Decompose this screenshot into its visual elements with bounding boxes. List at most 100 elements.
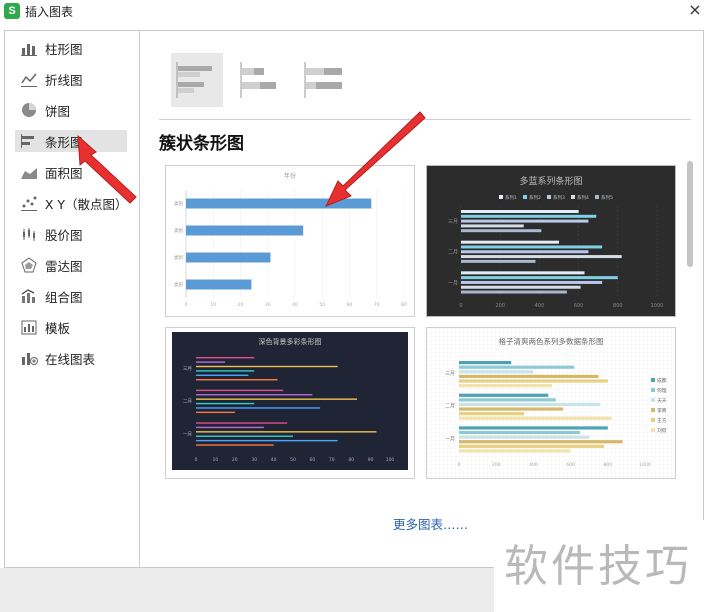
sidebar-item-combo[interactable]: 组合图: [15, 285, 127, 307]
legend-swatch: [651, 398, 655, 402]
bar-chart-preview-3: 深色背景多彩条形图 三月二月一月 0 10 20 30 40 50 60 70 80 90 100: [166, 328, 414, 478]
bar: [459, 426, 608, 430]
category-label: 三月: [183, 366, 192, 372]
insert-chart-dialog: 柱形图 折线图 饼图 条形图 面积图 X Y（散点图） 股价图 雷达图 组合图 …: [4, 30, 704, 568]
bar: [196, 374, 249, 376]
sidebar-item-online[interactable]: 在线图表: [15, 347, 127, 369]
legend-swatch: [651, 428, 655, 432]
sidebar-item-label: 组合图: [45, 289, 83, 305]
legend-label: 系列3: [553, 194, 565, 201]
chart-template-dark-colorful-bar[interactable]: 深色背景多彩条形图 三月 二月 一月 0 10 20 30 40 50 60 70 80 90 100: [165, 327, 415, 479]
bar: [186, 225, 304, 236]
legend-label: 系列2: [529, 194, 541, 201]
bar: [196, 444, 274, 446]
sidebar-item-template[interactable]: 模板: [15, 316, 127, 338]
legend-label: 系列5: [601, 194, 613, 201]
tick-label: 400: [529, 462, 538, 468]
category-label: 三月: [448, 219, 458, 225]
tick-label: 40: [292, 302, 298, 308]
bar-chart-icon: [19, 132, 39, 150]
legend-label: 刘欣: [657, 427, 667, 434]
tick-label: 0: [458, 462, 461, 468]
sidebar-item-line[interactable]: 折线图: [15, 68, 127, 90]
bar: [186, 279, 252, 290]
scrollbar-thumb[interactable]: [687, 161, 693, 267]
tick-label: 70: [374, 302, 380, 308]
legend-label: 系列1: [505, 194, 517, 201]
sidebar-item-label: 饼图: [45, 103, 71, 119]
legend-label: 系列4: [577, 194, 589, 201]
pie-chart-icon: [19, 101, 39, 119]
bar: [459, 365, 575, 369]
category-label: 二月: [448, 250, 458, 256]
legend-label: 何理: [657, 387, 667, 394]
chart-template-multi-blue-bar[interactable]: 多蓝系列条形图 系列1 系列2 系列3 系列4 系列5 三月 二月 一月 0 200 400 60…: [426, 165, 676, 317]
bar: [459, 430, 580, 435]
tick-label: 800: [613, 303, 623, 309]
category-label: 一月: [183, 431, 192, 437]
sidebar-item-pie[interactable]: 饼图: [15, 99, 127, 121]
sidebar-item-bar[interactable]: 条形图: [15, 130, 127, 152]
subtype-stacked-bar[interactable]: [235, 53, 287, 107]
bar: [196, 426, 264, 429]
tick-label: 60: [310, 457, 316, 463]
stock-chart-icon: [19, 225, 39, 243]
bar: [461, 214, 597, 218]
chart-template-grid-two-color-bar[interactable]: 格子清爽两色系列多数据条形图 三月 二月 一月 0 200 400 600 800 1000 …: [426, 327, 676, 479]
close-button[interactable]: ×: [684, 0, 706, 22]
bar: [461, 224, 524, 228]
bar: [196, 431, 377, 433]
bar: [461, 259, 536, 263]
sidebar-item-stock[interactable]: 股价图: [15, 223, 127, 245]
legend-label: 王方: [657, 417, 667, 424]
tick-label: 10: [213, 457, 219, 463]
sidebar-item-radar[interactable]: 雷达图: [15, 254, 127, 276]
chart-title: 年份: [284, 172, 296, 180]
bar: [196, 357, 255, 359]
legend-label: 李商: [657, 407, 667, 414]
bar: [459, 374, 599, 378]
bar: [196, 379, 278, 381]
bar: [186, 198, 372, 209]
bar: [459, 361, 512, 365]
tick-label: 40: [271, 457, 277, 463]
bar: [196, 411, 235, 414]
subtype-percent-stacked-bar[interactable]: [299, 53, 351, 107]
bar: [196, 365, 338, 368]
chart-template-clustered-bar[interactable]: 年份 类别 类别 类别 类别 0 10 20 30 40 50 60 70 80: [165, 165, 415, 317]
section-title: 簇状条形图: [159, 134, 244, 154]
sidebar-item-label: X Y（散点图）: [44, 196, 128, 212]
clustered-bar-icon: [176, 62, 212, 98]
bar: [196, 402, 255, 405]
bar: [461, 280, 603, 284]
bar: [459, 379, 608, 383]
bar: [196, 361, 226, 363]
bar: [459, 440, 623, 444]
legend-swatch: [651, 408, 655, 412]
tick-label: 60: [347, 302, 353, 308]
tick-label: 70: [329, 457, 335, 463]
tick-label: 30: [265, 302, 271, 308]
tick-label: 50: [290, 457, 296, 463]
tick-label: 600: [566, 462, 575, 468]
bar: [459, 393, 549, 397]
legend-swatch: [571, 195, 575, 199]
subtype-clustered-bar[interactable]: [171, 53, 223, 107]
sidebar-item-column[interactable]: 柱形图: [15, 37, 127, 59]
chart-title: 格子清爽两色系列多数据条形图: [499, 336, 604, 346]
bar: [459, 398, 556, 402]
vertical-scrollbar[interactable]: [684, 157, 696, 477]
tick-label: 1000: [651, 303, 664, 309]
sidebar-item-area[interactable]: 面积图: [15, 161, 127, 183]
category-label: 类别: [174, 227, 183, 234]
more-charts-link[interactable]: 更多图表……: [393, 514, 468, 533]
tick-label: 600: [574, 303, 584, 309]
sidebar-item-scatter[interactable]: X Y（散点图）: [15, 192, 128, 214]
tick-label: 200: [492, 462, 501, 468]
chart-title: 深色背景多彩条形图: [259, 337, 322, 346]
bar: [459, 412, 525, 416]
bar: [196, 398, 358, 400]
bar: [459, 370, 534, 374]
bar: [196, 422, 288, 424]
sidebar-item-label: 模板: [45, 320, 71, 336]
